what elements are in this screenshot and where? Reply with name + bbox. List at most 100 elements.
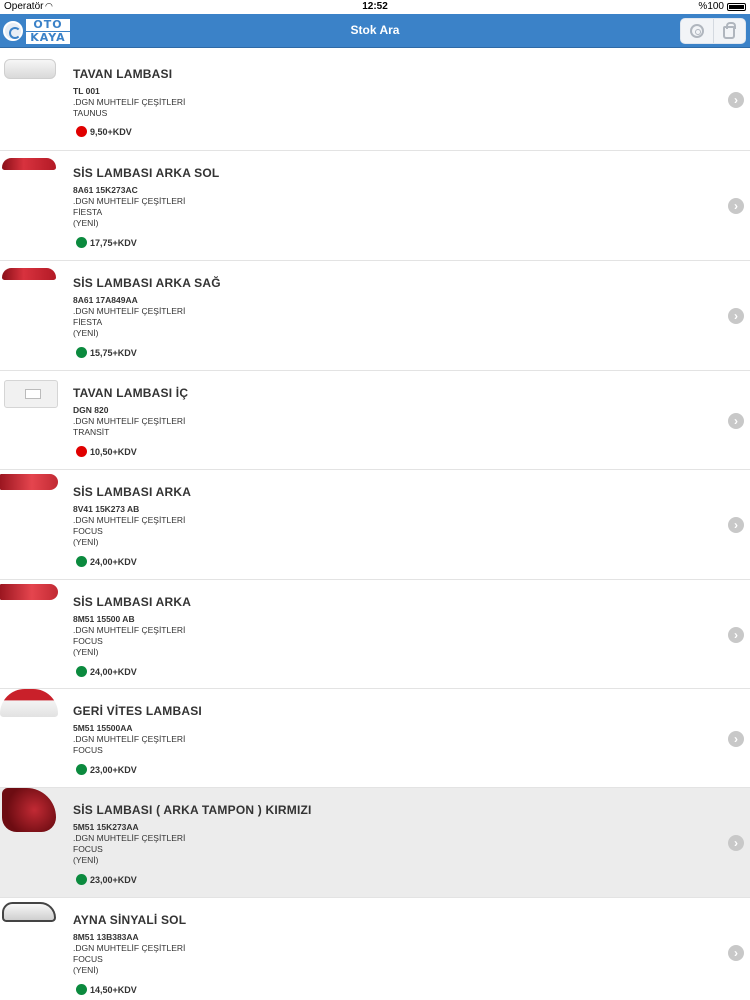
product-group: .DGN MUHTELİF ÇEŞİTLERİ [73,97,186,107]
product-model: FİESTA [73,207,103,217]
product-group: .DGN MUHTELİF ÇEŞİTLERİ [73,306,186,316]
chevron-right-icon[interactable]: › [728,627,744,643]
product-code: 5M51 15K273AA [73,822,139,832]
price-label: 14,50+KDV [90,984,137,995]
stock-status-green-icon [76,984,87,995]
list-item[interactable]: GERİ VİTES LAMBASI 5M51 15500AA .DGN MUH… [0,689,750,788]
clock: 12:52 [362,1,388,12]
mirror-signal-image [2,902,56,922]
product-price: 14,50+KDV [76,984,137,995]
nav-bar: OTO KAYA Stok Ara [0,14,750,48]
taillight-image [0,584,58,600]
product-thumbnail [0,898,58,932]
stock-status-green-icon [76,764,87,775]
product-model: TRANSİT [73,427,110,437]
product-group: .DGN MUHTELİF ÇEŞİTLERİ [73,734,186,744]
product-note: (YENİ) [73,647,99,657]
shopping-bag-icon [723,22,737,39]
cart-button[interactable] [712,19,746,43]
price-label: 23,00+KDV [90,874,137,885]
product-price: 24,00+KDV [76,556,137,567]
product-model: FOCUS [73,636,103,646]
product-note: (YENİ) [73,855,99,865]
product-group: .DGN MUHTELİF ÇEŞİTLERİ [73,943,186,953]
chevron-right-icon[interactable]: › [728,308,744,324]
list-item[interactable]: SİS LAMBASI ARKA 8M51 15500 AB .DGN MUHT… [0,580,750,689]
chevron-right-icon[interactable]: › [728,92,744,108]
product-price: 23,00+KDV [76,874,137,885]
chevron-right-icon[interactable]: › [728,517,744,533]
stock-status-green-icon [76,237,87,248]
product-group: .DGN MUHTELİF ÇEŞİTLERİ [73,625,186,635]
ceiling-lamp-image [4,59,56,79]
stock-status-green-icon [76,556,87,567]
product-title: SİS LAMBASI ARKA [73,485,192,499]
product-title: GERİ VİTES LAMBASI [73,704,202,718]
product-title: TAVAN LAMBASI İÇ [73,386,189,400]
product-note: (YENİ) [73,218,99,228]
stock-status-green-icon [76,666,87,677]
price-label: 10,50+KDV [90,446,137,457]
product-thumbnail [0,156,58,190]
product-list: TAVAN LAMBASI TL 001 .DGN MUHTELİF ÇEŞİT… [0,49,750,1000]
product-price: 10,50+KDV [76,446,137,457]
product-note: (YENİ) [73,537,99,547]
price-label: 24,00+KDV [90,556,137,567]
chevron-right-icon[interactable]: › [728,835,744,851]
product-thumbnail [0,689,58,723]
product-thumbnail [0,470,58,504]
product-group: .DGN MUHTELİF ÇEŞİTLERİ [73,196,186,206]
list-item[interactable]: TAVAN LAMBASI TL 001 .DGN MUHTELİF ÇEŞİT… [0,49,750,151]
product-model: FOCUS [73,745,103,755]
chevron-right-icon[interactable]: › [728,413,744,429]
product-thumbnail [0,376,58,410]
battery-percent: %100 [698,1,724,12]
product-thumbnail [0,788,58,834]
interior-lamp-image [4,380,58,408]
chevron-right-icon[interactable]: › [728,945,744,961]
status-bar: Operatör ◠ 12:52 %100 [0,0,750,14]
product-title: AYNA SİNYALİ SOL [73,913,187,927]
page-title: Stok Ara [350,23,400,37]
product-price: 15,75+KDV [76,347,137,358]
stock-status-green-icon [76,347,87,358]
list-item[interactable]: AYNA SİNYALİ SOL 8M51 13B383AA .DGN MUHT… [0,898,750,1000]
list-item[interactable]: SİS LAMBASI ARKA 8V41 15K273 AB .DGN MUH… [0,470,750,580]
price-label: 23,00+KDV [90,764,137,775]
product-group: .DGN MUHTELİF ÇEŞİTLERİ [73,416,186,426]
product-group: .DGN MUHTELİF ÇEŞİTLERİ [73,515,186,525]
battery-icon [727,3,746,11]
fog-lamp-image [2,788,56,832]
product-group: .DGN MUHTELİF ÇEŞİTLERİ [73,833,186,843]
chevron-right-icon[interactable]: › [728,198,744,214]
product-model: FOCUS [73,844,103,854]
product-code: TL 001 [73,86,100,96]
list-item[interactable]: SİS LAMBASI ARKA SOL 8A61 15K273AC .DGN … [0,151,750,261]
product-model: TAUNUS [73,108,108,118]
taillight-image [2,158,56,170]
nav-button-group [680,18,746,44]
product-code: 8M51 15500 AB [73,614,135,624]
product-price: 9,50+KDV [76,126,132,137]
product-thumbnail [0,580,58,614]
list-item[interactable]: TAVAN LAMBASI İÇ DGN 820 .DGN MUHTELİF Ç… [0,371,750,470]
product-title: SİS LAMBASI ( ARKA TAMPON ) KIRMIZI [73,803,312,817]
product-thumbnail [0,266,58,300]
chevron-right-icon[interactable]: › [728,731,744,747]
product-code: 8A61 15K273AC [73,185,138,195]
stock-status-red-icon [76,446,87,457]
list-item[interactable]: SİS LAMBASI ARKA SAĞ 8A61 17A849AA .DGN … [0,261,750,371]
product-title: SİS LAMBASI ARKA [73,595,192,609]
product-title: SİS LAMBASI ARKA SAĞ [73,276,221,290]
price-label: 9,50+KDV [90,126,132,137]
product-code: 8A61 17A849AA [73,295,138,305]
list-item-selected[interactable]: SİS LAMBASI ( ARKA TAMPON ) KIRMIZI 5M51… [0,788,750,898]
search-button[interactable] [681,19,713,43]
stock-status-green-icon [76,874,87,885]
price-label: 17,75+KDV [90,237,137,248]
product-title: TAVAN LAMBASI [73,67,173,81]
product-model: FİESTA [73,317,103,327]
product-code: 5M51 15500AA [73,723,133,733]
product-code: 8V41 15K273 AB [73,504,140,514]
taillight-image [0,474,58,490]
